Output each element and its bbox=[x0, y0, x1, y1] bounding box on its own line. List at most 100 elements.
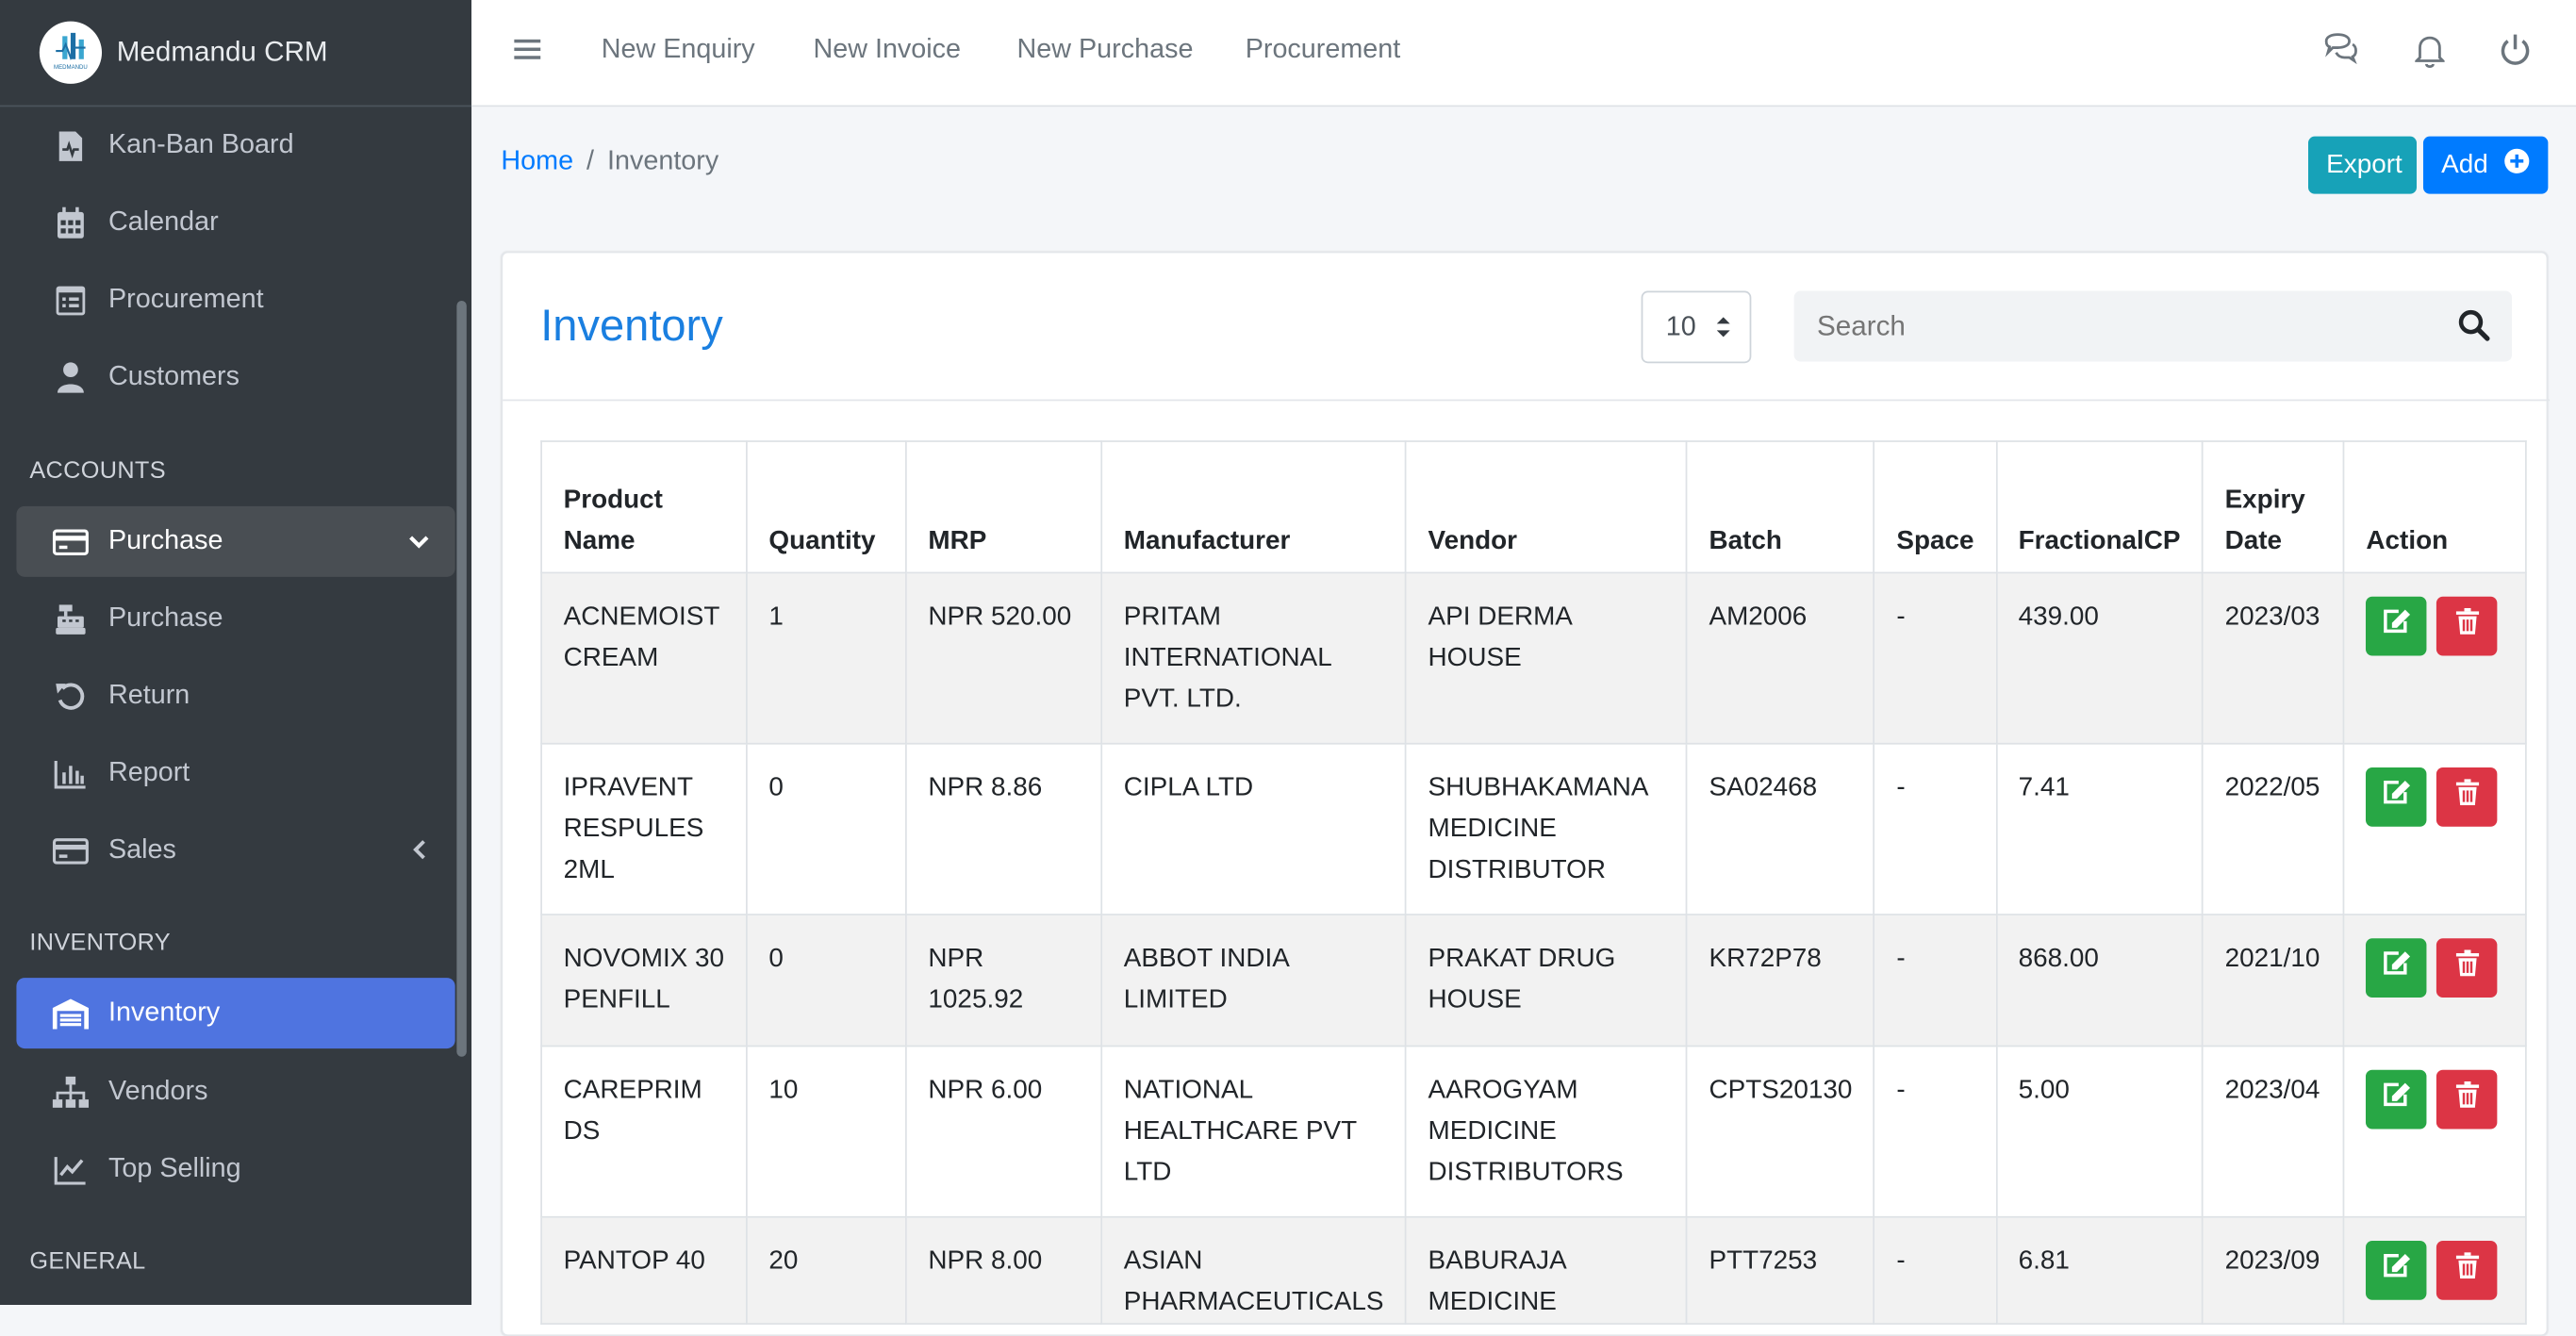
edit-icon bbox=[2382, 777, 2411, 818]
cell-mrp: NPR 1025.92 bbox=[905, 914, 1103, 1047]
cell-quantity: 1 bbox=[746, 571, 907, 745]
edit-button[interactable] bbox=[2366, 596, 2427, 656]
column-header[interactable]: Vendor bbox=[1405, 440, 1688, 574]
cell-actions bbox=[2343, 742, 2528, 915]
cell-manufacturer: PRITAM INTERNATIONAL PVT. LTD. bbox=[1100, 571, 1407, 745]
search-icon[interactable] bbox=[2458, 309, 2491, 351]
cash-register-icon bbox=[53, 601, 89, 636]
trash-icon bbox=[2455, 777, 2479, 818]
cell-fractional-cp: 5.00 bbox=[1995, 1045, 2204, 1218]
export-button[interactable]: Export bbox=[2307, 136, 2417, 194]
comments-icon[interactable] bbox=[2323, 33, 2359, 77]
sidebar-item-return[interactable]: Return bbox=[16, 661, 454, 732]
edit-button[interactable] bbox=[2366, 1069, 2427, 1130]
sidebar-item-label: Inventory bbox=[107, 998, 221, 1028]
user-icon bbox=[53, 359, 89, 395]
cell-quantity: 0 bbox=[746, 742, 907, 915]
cell-expiry-date: 2023/04 bbox=[2202, 1045, 2345, 1218]
column-header[interactable]: MRP bbox=[905, 440, 1103, 574]
cell-expiry-date: 2023/03 bbox=[2202, 571, 2345, 745]
sidebar-item-procurement[interactable]: Procurement bbox=[16, 265, 454, 336]
cell-batch: CPTS20130 bbox=[1686, 1045, 1875, 1218]
cell-vendor: BABURAJA MEDICINE bbox=[1405, 1215, 1688, 1325]
delete-button[interactable] bbox=[2436, 938, 2498, 998]
power-icon[interactable] bbox=[2499, 33, 2532, 77]
column-header[interactable]: Batch bbox=[1686, 440, 1875, 574]
cell-space: - bbox=[1874, 1215, 1997, 1325]
cell-expiry-date: 2022/05 bbox=[2202, 742, 2345, 915]
sidebar-item-top-selling[interactable]: Top Selling bbox=[16, 1134, 454, 1205]
table-row: PANTOP 40 20 NPR 8.00 ASIAN PHARMACEUTIC… bbox=[540, 1215, 2528, 1325]
add-button[interactable]: Add bbox=[2422, 136, 2549, 194]
brand-logo-text: MEDMANDU bbox=[54, 64, 88, 71]
sidebar-item-purchase[interactable]: Purchase bbox=[16, 584, 454, 654]
table-row: NOVOMIX 30 PENFILL 0 NPR 1025.92 ABBOT I… bbox=[540, 914, 2528, 1047]
sidebar-item-label: Procurement bbox=[107, 284, 264, 314]
sidebar-item-customers[interactable]: Customers bbox=[16, 342, 454, 413]
edit-button[interactable] bbox=[2366, 1241, 2427, 1300]
inventory-card: Inventory 10 Product Name Quantity MRP bbox=[501, 251, 2551, 1336]
trash-icon bbox=[2455, 948, 2479, 989]
cell-actions bbox=[2343, 1045, 2528, 1218]
cell-fractional-cp: 7.41 bbox=[1995, 742, 2204, 915]
column-header[interactable]: Manufacturer bbox=[1100, 440, 1407, 574]
cell-mrp: NPR 520.00 bbox=[905, 571, 1103, 745]
sidebar-item-sales[interactable]: Sales bbox=[16, 816, 454, 886]
topnav-new-invoice[interactable]: New Invoice bbox=[813, 35, 961, 66]
topnav-new-purchase[interactable]: New Purchase bbox=[1017, 35, 1194, 66]
sidebar-scrollbar[interactable] bbox=[456, 300, 467, 1057]
sidebar-item-report[interactable]: Report bbox=[16, 738, 454, 809]
sidebar-item-inventory[interactable]: Inventory bbox=[16, 978, 455, 1049]
table-header-row: Product Name Quantity MRP Manufacturer V… bbox=[540, 440, 2528, 574]
edit-icon bbox=[2382, 1250, 2411, 1292]
delete-button[interactable] bbox=[2436, 596, 2498, 656]
sidebar-item-label: Top Selling bbox=[107, 1153, 241, 1184]
brand[interactable]: MEDMANDU Medmandu CRM bbox=[0, 0, 472, 107]
delete-button[interactable] bbox=[2436, 1069, 2498, 1130]
column-header[interactable]: FractionalCP bbox=[1995, 440, 2204, 574]
edit-button[interactable] bbox=[2366, 938, 2427, 998]
edit-icon bbox=[2382, 605, 2411, 647]
calendar-icon bbox=[53, 205, 89, 240]
inventory-table: Product Name Quantity MRP Manufacturer V… bbox=[540, 440, 2528, 1325]
topnav-new-enquiry[interactable]: New Enquiry bbox=[602, 35, 755, 66]
warehouse-icon bbox=[52, 995, 90, 1031]
column-header[interactable]: Quantity bbox=[746, 440, 907, 574]
column-header[interactable]: Expiry Date bbox=[2202, 440, 2345, 574]
page-size-select[interactable]: 10 bbox=[1641, 290, 1752, 364]
cell-expiry-date: 2023/09 bbox=[2202, 1215, 2345, 1325]
topbar: New Enquiry New Invoice New Purchase Pro… bbox=[471, 0, 2576, 107]
trash-icon bbox=[2455, 605, 2479, 647]
hamburger-icon[interactable] bbox=[513, 33, 542, 74]
cell-manufacturer: ASIAN PHARMACEUTICALS bbox=[1100, 1215, 1407, 1325]
sidebar-item-label: Report bbox=[107, 757, 190, 787]
export-button-label: Export bbox=[2326, 150, 2403, 179]
topnav-procurement[interactable]: Procurement bbox=[1246, 35, 1401, 66]
cell-vendor: PRAKAT DRUG HOUSE bbox=[1405, 914, 1688, 1047]
cell-mrp: NPR 6.00 bbox=[905, 1045, 1103, 1218]
cell-product-name: NOVOMIX 30 PENFILL bbox=[540, 914, 748, 1047]
kanban-icon bbox=[53, 127, 89, 163]
cell-expiry-date: 2021/10 bbox=[2202, 914, 2345, 1047]
cell-space: - bbox=[1874, 914, 1997, 1047]
column-header[interactable]: Space bbox=[1874, 440, 1997, 574]
cell-fractional-cp: 6.81 bbox=[1995, 1215, 2204, 1325]
procurement-icon bbox=[53, 282, 89, 318]
delete-button[interactable] bbox=[2436, 1241, 2498, 1300]
sidebar-item-label: Purchase bbox=[107, 602, 223, 634]
sidebar-item-purchase-menu[interactable]: Purchase bbox=[16, 505, 455, 577]
edit-button[interactable] bbox=[2366, 767, 2427, 827]
search-input[interactable] bbox=[1793, 290, 2419, 362]
sidebar-item-kanban[interactable]: Kan-Ban Board bbox=[16, 110, 454, 181]
add-button-label: Add bbox=[2441, 150, 2488, 179]
trash-icon bbox=[2455, 1250, 2479, 1292]
breadcrumb-home[interactable]: Home bbox=[501, 146, 573, 175]
sidebar-item-calendar[interactable]: Calendar bbox=[16, 188, 454, 258]
bell-icon[interactable] bbox=[2413, 33, 2447, 77]
cell-manufacturer: NATIONAL HEALTHCARE PVT LTD bbox=[1100, 1045, 1407, 1218]
sidebar-item-vendors[interactable]: Vendors bbox=[16, 1057, 454, 1128]
undo-icon bbox=[53, 678, 89, 714]
card-divider bbox=[503, 399, 2551, 402]
column-header[interactable]: Product Name bbox=[540, 440, 748, 574]
delete-button[interactable] bbox=[2436, 767, 2498, 827]
